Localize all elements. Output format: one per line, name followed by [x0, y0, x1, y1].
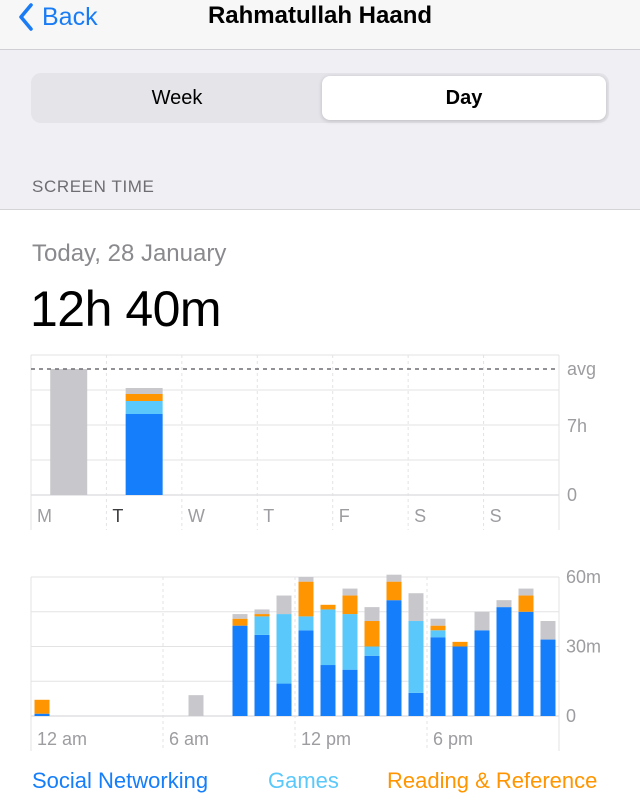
hour-bar-segment [518, 611, 534, 716]
weekly-usage-chart: M T W T F S Savg 7h 0 [30, 354, 596, 530]
week-y-tick-7h: 7h [567, 416, 587, 436]
hour-bar-segment [386, 574, 402, 582]
hour-bar-segment [474, 630, 490, 716]
settings-group-background: Week Day SCREEN TIME [0, 50, 640, 210]
hour-x-tick-label: 12 am [37, 729, 87, 749]
hour-bar-segment [320, 609, 336, 666]
week-bar-segment [125, 401, 163, 414]
section-header: SCREEN TIME [32, 177, 155, 196]
hour-bar-segment [276, 614, 292, 684]
hour-bar-segment [518, 595, 534, 612]
hour-bar-segment [34, 699, 50, 714]
legend-reading-reference: Reading & Reference [387, 768, 598, 793]
hour-x-tick-label: 6 pm [433, 729, 473, 749]
hour-bar-segment [452, 641, 468, 647]
hour-bar-segment [540, 621, 556, 640]
week-bar-segment [125, 414, 163, 495]
hourly-usage-chart: 12 am 6 am 12 pm 6 pm 60m 30m 0 [30, 567, 601, 751]
hour-bar-segment [364, 621, 380, 647]
hour-bar-segment [342, 595, 358, 615]
week-day-label: S [490, 506, 502, 526]
hour-x-tick-label: 6 am [169, 729, 209, 749]
hour-bar-segment [298, 630, 314, 716]
hour-bar-segment [386, 600, 402, 716]
week-day-label: T [112, 506, 123, 526]
page-title: Rahmatullah Haand [207, 2, 433, 29]
hour-bar-segment [408, 621, 424, 693]
hour-bar-segment [254, 614, 270, 617]
hour-y-tick-30m: 30m [566, 637, 601, 657]
hour-bar-segment [452, 646, 468, 716]
hour-bar-segment [430, 637, 446, 716]
hour-bar-segment [386, 581, 402, 601]
legend-social-networking: Social Networking [32, 768, 209, 793]
hour-bar-segment [34, 713, 50, 716]
hour-bar-segment [232, 614, 248, 619]
hour-bar-segment [364, 607, 380, 622]
hour-bar-segment [320, 604, 336, 610]
date-label: Today, 28 January [32, 240, 227, 267]
hour-bar-segment [254, 616, 270, 635]
hour-bar-segment [364, 655, 380, 716]
hour-y-tick-0: 0 [566, 706, 576, 726]
hour-y-tick-60m: 60m [566, 567, 601, 587]
week-bar-segment [125, 394, 163, 401]
navigation-bar: Back Rahmatullah Haand [0, 0, 640, 50]
hour-bar-segment [232, 618, 248, 626]
hour-bar-segment [496, 607, 512, 716]
hour-bar-segment [408, 692, 424, 716]
segment-day[interactable]: Day [322, 76, 606, 120]
total-screen-time: 12h 40m [30, 281, 222, 337]
week-bar-segment [125, 388, 163, 394]
hour-bar-segment [364, 646, 380, 656]
hour-bar-segment [430, 630, 446, 638]
hour-bar-segment [408, 593, 424, 622]
hour-bar-segment [188, 695, 204, 716]
hour-bar-segment [320, 665, 336, 716]
hour-bar-segment [430, 618, 446, 626]
week-day-segmented-control: Week Day [31, 73, 609, 123]
hour-bar-segment [298, 581, 314, 617]
week-day-label: F [339, 506, 350, 526]
hour-bar-segment [276, 683, 292, 716]
hour-bar-segment [276, 595, 292, 615]
hour-bar-segment [342, 588, 358, 596]
hour-x-tick-label: 12 pm [301, 729, 351, 749]
hour-bar-segment [298, 616, 314, 631]
hour-bar-segment [342, 614, 358, 670]
week-y-tick-0: 0 [567, 485, 577, 505]
week-day-label: S [414, 506, 426, 526]
hour-bar-segment [430, 625, 446, 631]
hour-bar-segment [496, 600, 512, 608]
hour-bar-segment [474, 611, 490, 631]
week-day-label: W [188, 506, 205, 526]
hour-bar-segment [254, 609, 270, 615]
week-day-label: T [263, 506, 274, 526]
hour-bar-segment [540, 639, 556, 716]
week-bar-segment [50, 369, 88, 495]
week-day-label: M [37, 506, 52, 526]
week-avg-label: avg [567, 359, 596, 379]
hour-bar-segment [232, 625, 248, 716]
hour-bar-segment [254, 634, 270, 716]
hour-bar-segment [298, 577, 314, 582]
hour-bar-segment [342, 669, 358, 716]
hour-bar-segment [518, 588, 534, 596]
legend-games: Games [268, 768, 339, 793]
segment-week[interactable]: Week [34, 76, 320, 120]
